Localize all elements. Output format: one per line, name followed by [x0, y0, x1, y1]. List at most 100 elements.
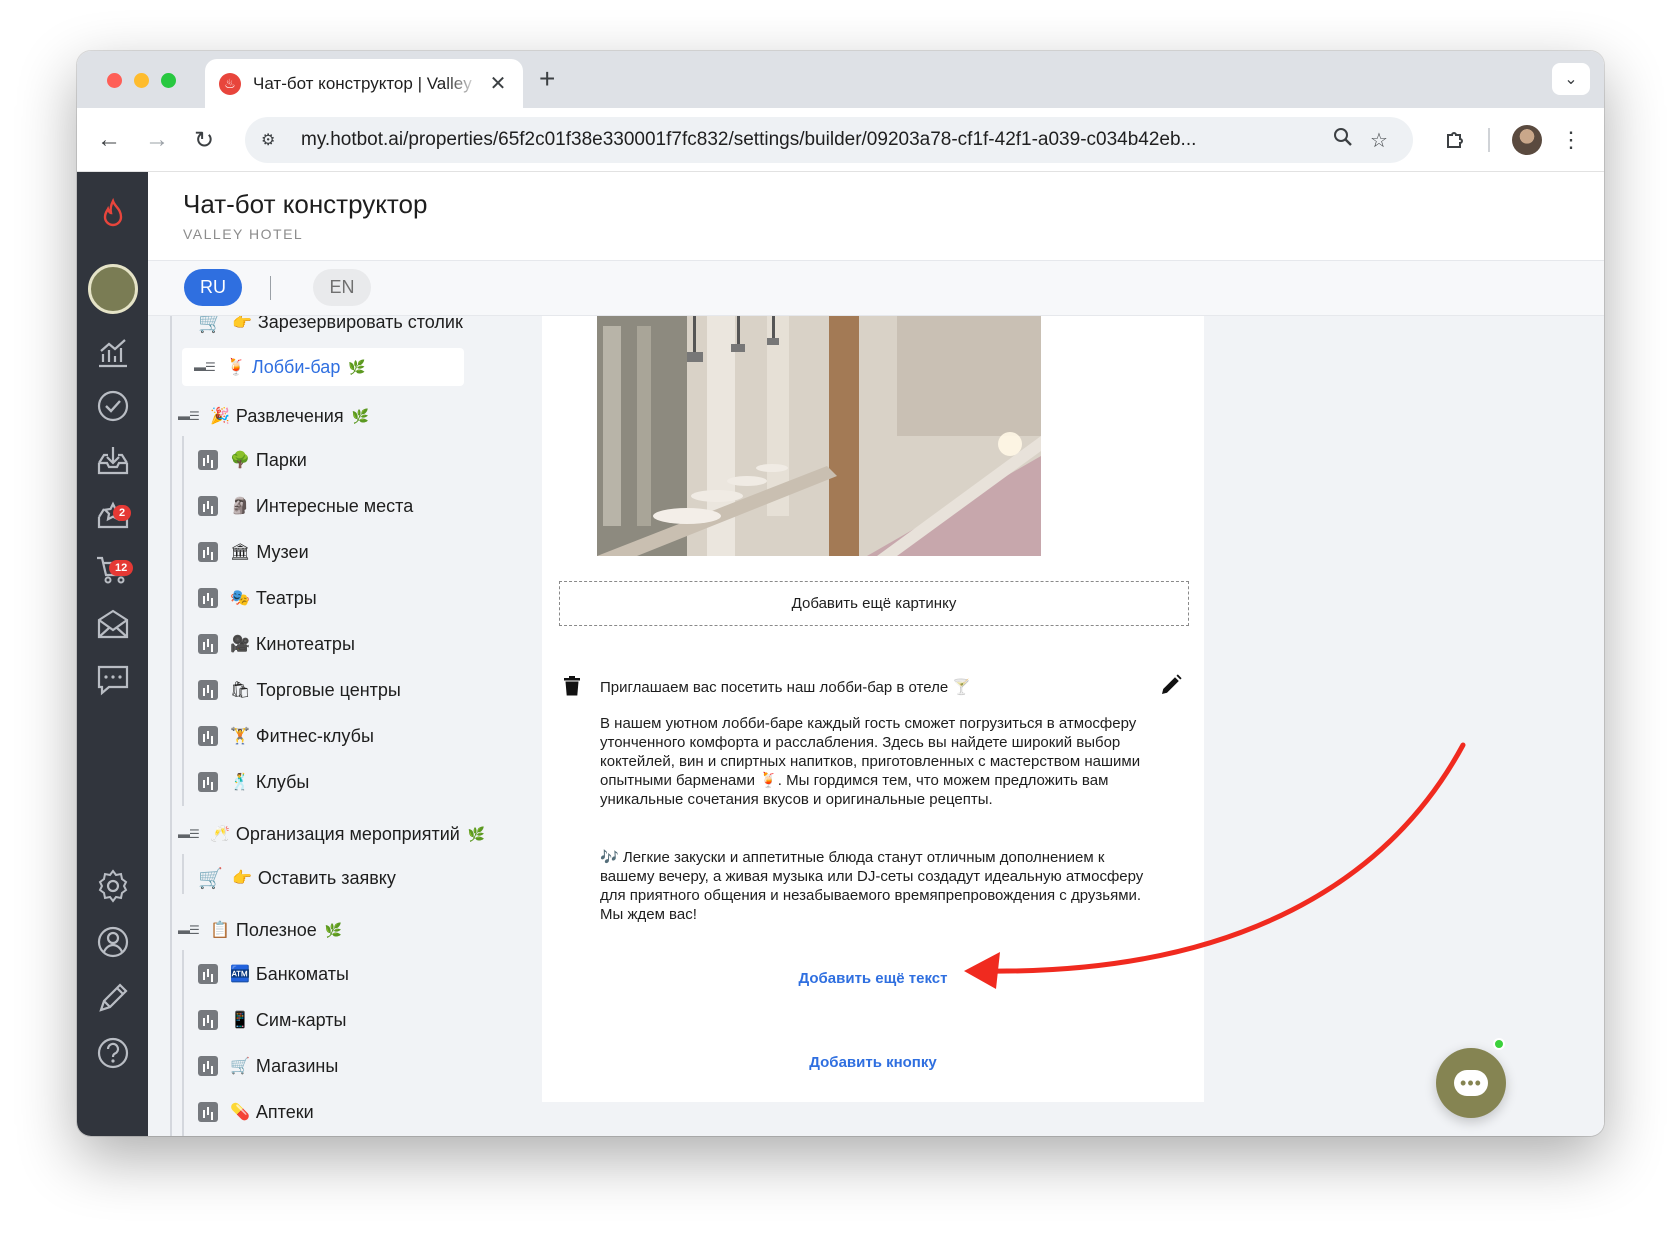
tree-item-malls[interactable]: 🛍 Торговые центры	[198, 674, 401, 706]
tab-search-chevron-icon[interactable]: ⌄	[1552, 63, 1590, 95]
tree-item-sim-cards[interactable]: 📱 Сим-карты	[198, 1004, 346, 1036]
tree-section-events[interactable]: ▬☰ 🥂 Организация мероприятий 🌿	[178, 818, 485, 850]
chart-block-icon	[198, 542, 218, 562]
close-window-button[interactable]	[107, 73, 122, 88]
tree-item-submit-request[interactable]: 🛒 👉 Оставить заявку	[198, 862, 396, 894]
back-arrow-icon[interactable]: ←	[91, 122, 127, 158]
toolbar-divider	[1488, 128, 1490, 152]
support-chat-button[interactable]: •••	[1436, 1048, 1506, 1118]
hotbot-favicon-icon: ♨	[219, 72, 241, 95]
tree-item-pharmacies[interactable]: 💊 Аптеки	[198, 1096, 314, 1128]
party-popper-icon: 🎉	[210, 408, 230, 425]
text-block-icon: ▬☰	[194, 360, 216, 374]
tree-item-museums[interactable]: 🏛 Музеи	[198, 536, 309, 568]
tree-item-fitness[interactable]: 🏋 Фитнес-клубы	[198, 720, 374, 752]
builder-tree: 🛒 👉 Зарезервировать столик ▬☰ 🍹 Лобби-ба…	[148, 316, 528, 1136]
add-text-link[interactable]: Добавить ещё текст	[542, 970, 1204, 987]
movie-camera-icon: 🎥	[230, 636, 250, 653]
tree-item-lobby-bar[interactable]: ▬☰ 🍹 Лобби-бар 🌿	[182, 348, 464, 386]
reload-icon[interactable]: ↻	[186, 122, 222, 158]
edit-pencil-icon[interactable]	[1160, 674, 1184, 702]
message-paragraph-1: В нашем уютном лобби-баре каждый гость с…	[600, 715, 1141, 808]
trash-icon[interactable]	[564, 676, 584, 701]
dancer-icon: 🕺	[230, 774, 250, 791]
hotbot-flame-logo-icon[interactable]	[77, 190, 148, 238]
help-question-icon[interactable]	[77, 1029, 148, 1077]
settings-gear-icon[interactable]	[77, 862, 148, 910]
tree-item-shops[interactable]: 🛒 Магазины	[198, 1050, 338, 1082]
tree-section-useful[interactable]: ▬☰ 📋 Полезное 🌿	[178, 914, 342, 946]
zoom-magnifier-icon[interactable]	[1325, 127, 1361, 153]
mobile-phone-icon: 📱	[230, 1012, 250, 1029]
champagne-glasses-icon: 🥂	[210, 826, 230, 843]
site-settings-icon[interactable]: ⚙	[261, 130, 289, 150]
add-button-link[interactable]: Добавить кнопку	[542, 1054, 1204, 1071]
ai-leaf-icon: 🌿	[348, 358, 366, 375]
browser-window: ♨ Чат-бот конструктор | Valley ✕ + ⌄ ← →…	[77, 51, 1604, 1136]
url-text[interactable]: my.hotbot.ai/properties/65f2c01f38e33000…	[301, 129, 1325, 151]
bookmark-star-icon[interactable]: ☆	[1361, 128, 1397, 153]
chart-block-icon	[198, 726, 218, 746]
new-tab-plus-icon[interactable]: +	[539, 65, 555, 93]
orders-badge: 12	[109, 560, 134, 576]
museum-icon: 🏛	[230, 544, 251, 561]
chart-block-icon	[198, 1056, 218, 1076]
message-paragraph-2: 🎶 Легкие закуски и аппетитные блюда стан…	[600, 849, 1144, 923]
inbox-download-icon[interactable]	[77, 436, 148, 484]
mailing-envelope-icon[interactable]	[77, 600, 148, 648]
user-profile-icon[interactable]	[77, 918, 148, 966]
text-block-icon: ▬☰	[178, 827, 200, 841]
chat-bubble-icon: •••	[1454, 1070, 1488, 1096]
tree-section-entertainment[interactable]: ▬☰ 🎉 Развлечения 🌿	[178, 400, 369, 432]
text-block-icon: ▬☰	[178, 409, 200, 423]
tree-item-reserve-table[interactable]: 🛒 👉 Зарезервировать столик	[198, 316, 463, 338]
clipboard-icon: 📋	[210, 922, 230, 939]
ai-leaf-icon: 🌿	[467, 825, 486, 842]
moai-icon: 🗿	[230, 498, 250, 515]
pointing-hand-icon: 👉	[232, 870, 252, 887]
tab-strip: ♨ Чат-бот конструктор | Valley ✕ + ⌄	[77, 51, 1604, 108]
tasks-check-icon[interactable]	[77, 382, 148, 430]
minimize-window-button[interactable]	[134, 73, 149, 88]
lobby-bar-photo[interactable]	[597, 316, 1041, 556]
tree-item-cinemas[interactable]: 🎥 Кинотеатры	[198, 628, 355, 660]
message-title: Приглашаем вас посетить наш лобби-бар в …	[600, 679, 972, 696]
chart-block-icon	[198, 634, 218, 654]
chart-block-icon	[198, 588, 218, 608]
tree-item-clubs[interactable]: 🕺 Клубы	[198, 766, 309, 798]
maximize-window-button[interactable]	[161, 73, 176, 88]
shopping-bags-icon: 🛍	[230, 682, 251, 699]
online-status-dot	[1493, 1038, 1505, 1050]
language-en-button[interactable]: EN	[313, 269, 371, 306]
app-area: 2 12 Чат-бот конструктор VALLEY HOTEL RU…	[77, 172, 1604, 1136]
language-ru-button[interactable]: RU	[184, 269, 242, 306]
property-logo-avatar[interactable]	[77, 260, 148, 318]
tree-item-interesting-places[interactable]: 🗿 Интересные места	[198, 490, 413, 522]
edit-pencil-icon[interactable]	[77, 974, 148, 1022]
browser-menu-kebab-icon[interactable]: ⋮	[1553, 122, 1589, 158]
left-nav-bar: 2 12	[77, 172, 148, 1136]
chat-messages-icon[interactable]	[77, 655, 148, 703]
tree-item-atms[interactable]: 🏧 Банкоматы	[198, 958, 349, 990]
tree-item-parks[interactable]: 🌳 Парки	[198, 444, 307, 476]
tree-sub-guide-line	[182, 950, 184, 1136]
profile-avatar[interactable]	[1509, 122, 1545, 158]
tree-icon: 🌳	[230, 452, 250, 469]
language-switcher: RU EN	[148, 261, 1604, 316]
cart-icon: 🛒	[198, 867, 223, 890]
extensions-puzzle-icon[interactable]	[1437, 122, 1473, 158]
chart-block-icon	[198, 1102, 218, 1122]
add-image-button[interactable]: Добавить ещё картинку	[559, 581, 1189, 626]
tab-title: Чат-бот конструктор | Valley	[253, 73, 472, 93]
address-bar[interactable]: ⚙ my.hotbot.ai/properties/65f2c01f38e330…	[245, 117, 1413, 163]
pill-icon: 💊	[230, 1104, 250, 1121]
reviews-badge: 2	[113, 505, 132, 521]
tab-close-icon[interactable]: ✕	[487, 71, 509, 96]
chart-block-icon	[198, 964, 218, 984]
ai-leaf-icon: 🌿	[351, 407, 370, 424]
tree-item-theaters[interactable]: 🎭 Театры	[198, 582, 317, 614]
tree-guide-line	[170, 316, 172, 1136]
analytics-chart-icon[interactable]	[77, 328, 148, 376]
forward-arrow-icon[interactable]: →	[139, 122, 175, 158]
browser-tab[interactable]: ♨ Чат-бот конструктор | Valley ✕	[205, 59, 523, 108]
